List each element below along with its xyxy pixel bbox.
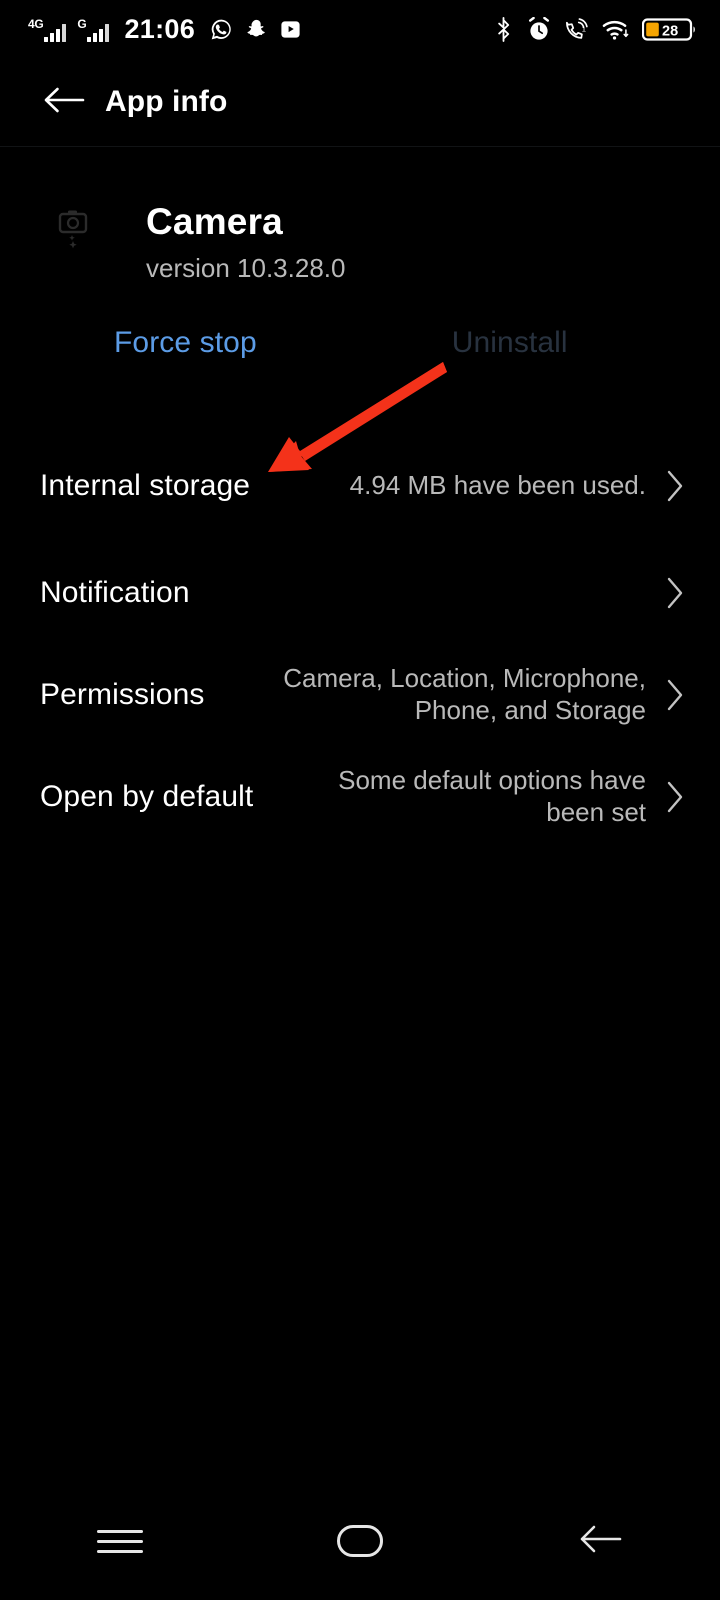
- signal-sim2: G: [77, 16, 110, 42]
- network-type-label-secondary: G: [77, 17, 87, 31]
- status-bar: 4G G 21:06 1 28: [0, 0, 720, 58]
- alarm-icon: [527, 16, 551, 42]
- battery-icon: 28: [641, 16, 698, 43]
- app-info-list: Internal storage 4.94 MB have been used.…: [0, 430, 720, 848]
- arrow-left-icon: [43, 85, 85, 120]
- nav-home-button[interactable]: [240, 1482, 480, 1600]
- arrow-left-icon: [578, 1523, 622, 1560]
- snapchat-icon: [245, 18, 268, 41]
- row-title: Notification: [40, 576, 190, 609]
- row-title: Open by default: [40, 780, 254, 813]
- app-info-header: App info: [0, 58, 720, 147]
- page-title: App info: [105, 85, 228, 118]
- chevron-right-icon: [664, 469, 686, 503]
- whatsapp-icon: [209, 17, 234, 42]
- wifi-icon: [602, 18, 629, 41]
- wifi-calling-icon: 1: [564, 17, 589, 41]
- status-bar-left: 4G G 21:06: [28, 13, 302, 44]
- row-title: Permissions: [40, 678, 205, 711]
- list-item-permissions[interactable]: Permissions Camera, Location, Microphone…: [0, 644, 720, 746]
- list-item-internal-storage[interactable]: Internal storage 4.94 MB have been used.: [0, 430, 720, 542]
- signal-bars-sim1: [44, 23, 67, 42]
- row-value: 4.94 MB have been used.: [349, 470, 646, 501]
- row-right: Camera, Location, Microphone, Phone, and…: [218, 663, 686, 726]
- list-item-open-by-default[interactable]: Open by default Some default options hav…: [0, 746, 720, 848]
- menu-icon: [97, 1523, 143, 1560]
- list-item-notification[interactable]: Notification: [0, 542, 720, 644]
- app-action-buttons: Force stop Uninstall: [0, 326, 720, 360]
- force-stop-button[interactable]: Force stop: [114, 326, 257, 360]
- chevron-right-icon: [664, 678, 686, 712]
- row-value: Some default options have been set: [338, 765, 646, 827]
- battery-percent-label: 28: [662, 23, 678, 39]
- signal-bars-sim2: [87, 23, 110, 42]
- chevron-right-icon: [664, 576, 686, 610]
- header-back-button[interactable]: [41, 79, 87, 125]
- bluetooth-icon: [493, 16, 514, 42]
- camera-icon: [58, 208, 92, 252]
- row-right: 4.94 MB have been used.: [264, 469, 686, 503]
- row-value: Camera, Location, Microphone, Phone, and…: [283, 663, 646, 725]
- row-right: [204, 576, 686, 610]
- signal-sim1: 4G: [28, 16, 67, 42]
- status-bar-right: 1 28: [493, 16, 698, 43]
- row-right: Some default options have been set: [267, 765, 686, 828]
- home-icon: [337, 1525, 383, 1557]
- nav-recents-button[interactable]: [0, 1482, 240, 1600]
- uninstall-button[interactable]: Uninstall: [452, 326, 568, 360]
- network-type-label-primary: 4G: [28, 17, 44, 31]
- app-version: version 10.3.28.0: [146, 253, 346, 283]
- svg-text:1: 1: [582, 24, 586, 33]
- app-name: Camera: [146, 201, 283, 242]
- system-navigation-bar: [0, 1482, 720, 1600]
- row-title: Internal storage: [40, 469, 251, 502]
- youtube-icon: [279, 18, 302, 41]
- nav-back-button[interactable]: [480, 1482, 720, 1600]
- status-bar-clock: 21:06: [124, 13, 196, 44]
- chevron-right-icon: [664, 780, 686, 814]
